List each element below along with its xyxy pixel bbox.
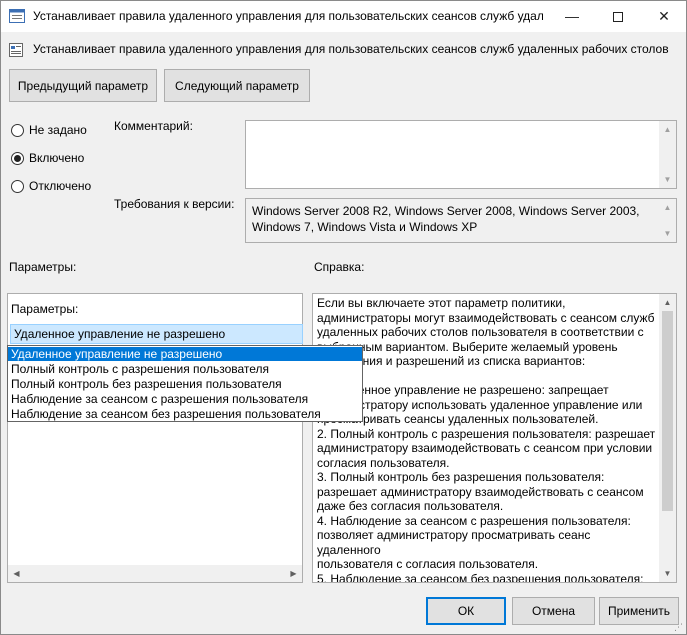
comment-textarea[interactable]: ▲ ▼ <box>245 120 677 189</box>
comment-label: Комментарий: <box>114 119 193 133</box>
params-inner-label: Параметры: <box>11 302 79 316</box>
minimize-button[interactable]: — <box>549 1 595 32</box>
close-button[interactable]: ✕ <box>641 1 687 32</box>
ok-button[interactable]: ОК <box>426 597 506 625</box>
dropdown-option[interactable]: Удаленное управление не разрешено <box>8 347 362 361</box>
radio-button[interactable] <box>11 180 24 193</box>
resize-grip-icon[interactable]: ⋰ <box>674 622 684 632</box>
previous-setting-button[interactable]: Предыдущий параметр <box>9 69 157 102</box>
setting-header-text: Устанавливает правила удаленного управле… <box>33 42 669 56</box>
version-scrollbar[interactable]: ▲ ▼ <box>659 199 676 242</box>
scroll-up-icon[interactable]: ▲ <box>659 121 676 138</box>
comment-scrollbar[interactable]: ▲ ▼ <box>659 121 676 188</box>
policy-setting-icon <box>9 43 23 57</box>
title-bar[interactable]: Устанавливает правила удаленного управле… <box>1 1 686 32</box>
dropdown-option[interactable]: Полный контроль с разрешения пользовател… <box>8 362 362 376</box>
dropdown-selected-value: Удаленное управление не разрешено <box>14 327 226 341</box>
help-text: Если вы включаете этот параметр политики… <box>317 296 656 583</box>
help-panel: Если вы включаете этот параметр политики… <box>312 293 677 583</box>
maximize-icon <box>613 12 623 23</box>
scroll-up-icon[interactable]: ▲ <box>659 294 676 311</box>
help-section-label: Справка: <box>314 260 365 274</box>
scroll-down-icon[interactable]: ▼ <box>659 171 676 188</box>
help-scrollbar[interactable]: ▲ ▼ <box>659 294 676 582</box>
version-requirements-box: Windows Server 2008 R2, Windows Server 2… <box>245 198 677 243</box>
dropdown-option[interactable]: Наблюдение за сеансом без разрешения пол… <box>8 407 362 421</box>
close-icon: ✕ <box>658 8 670 24</box>
params-panel: Параметры: Удаленное управление не разре… <box>7 293 303 583</box>
radio-label: Включено <box>29 151 85 165</box>
version-requirements-text: Windows Server 2008 R2, Windows Server 2… <box>252 204 640 234</box>
radio-label: Отключено <box>29 179 92 193</box>
dropdown-option[interactable]: Полный контроль без разрешения пользоват… <box>8 377 362 391</box>
scroll-down-icon[interactable]: ▼ <box>659 225 676 242</box>
scroll-right-icon[interactable]: ▶ <box>285 565 302 582</box>
params-hscrollbar[interactable]: ◀ ▶ <box>8 565 302 582</box>
scroll-up-icon[interactable]: ▲ <box>659 199 676 216</box>
remote-control-dropdown[interactable]: Удаленное управление не разрешено <box>10 324 303 344</box>
params-section-label: Параметры: <box>9 260 77 274</box>
window-title: Устанавливает правила удаленного управле… <box>33 9 543 23</box>
dropdown-option[interactable]: Наблюдение за сеансом с разрешения польз… <box>8 392 362 406</box>
scroll-thumb[interactable] <box>662 311 673 511</box>
radio-button-checked[interactable] <box>11 152 24 165</box>
radio-label: Не задано <box>29 123 87 137</box>
next-setting-button[interactable]: Следующий параметр <box>164 69 310 102</box>
policy-window-icon <box>9 9 25 23</box>
dropdown-list: Удаленное управление не разрешено Полный… <box>7 345 363 422</box>
apply-button[interactable]: Применить <box>599 597 679 625</box>
scroll-left-icon[interactable]: ◀ <box>8 565 25 582</box>
cancel-button[interactable]: Отмена <box>512 597 595 625</box>
version-label: Требования к версии: <box>114 197 235 211</box>
minimize-icon: — <box>565 8 579 24</box>
radio-button[interactable] <box>11 124 24 137</box>
scroll-down-icon[interactable]: ▼ <box>659 565 676 582</box>
policy-setting-dialog: Устанавливает правила удаленного управле… <box>0 0 687 635</box>
maximize-button[interactable] <box>595 1 641 32</box>
